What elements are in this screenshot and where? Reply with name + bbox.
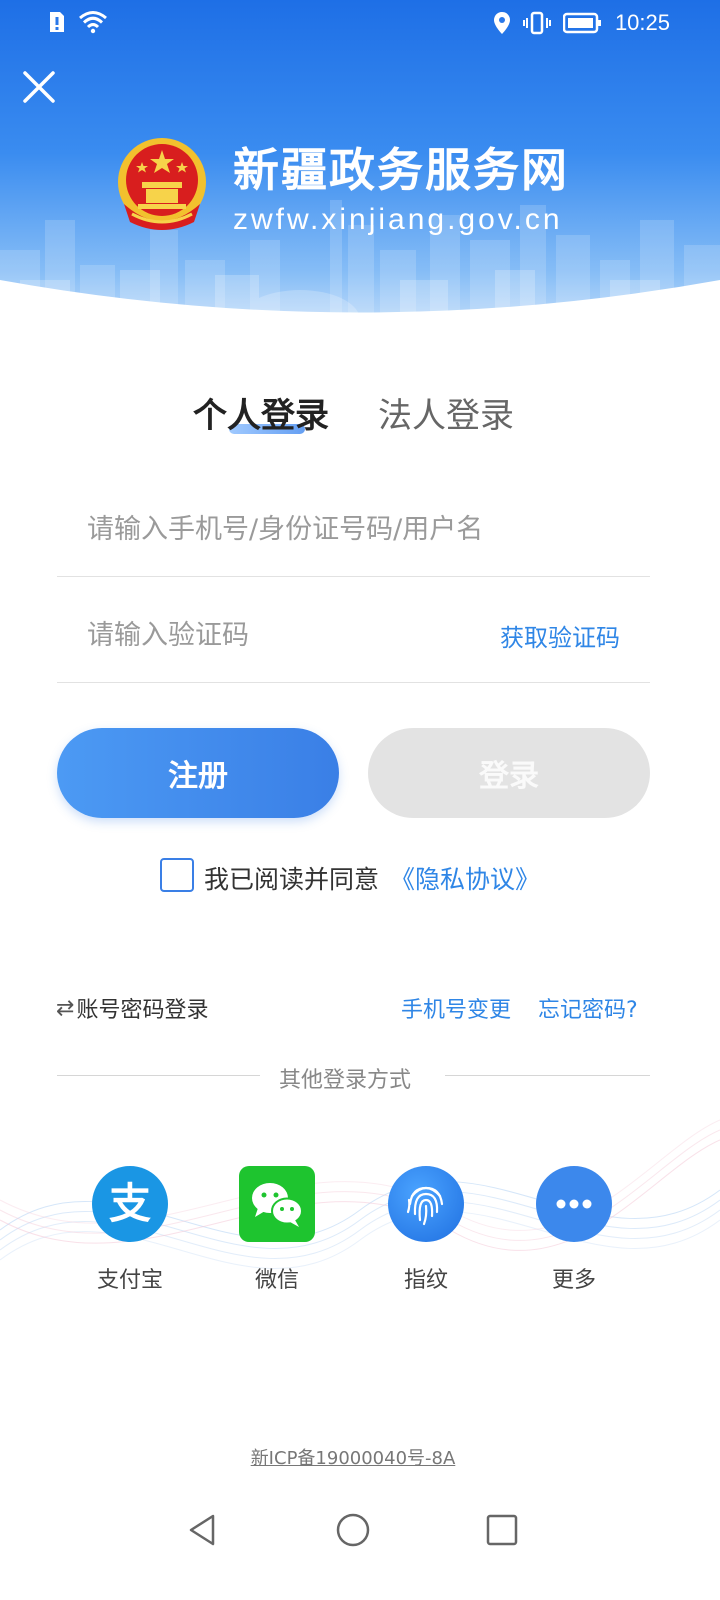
site-url: zwfw.xinjiang.gov.cn [233, 203, 563, 236]
sim-alert-icon [50, 12, 64, 32]
verification-code-input[interactable] [85, 586, 469, 684]
header-curve [0, 280, 720, 340]
account-field [57, 480, 650, 578]
more-label: 更多 [551, 1268, 596, 1293]
verification-code-field: 获取验证码 [57, 586, 650, 684]
forgot-password-link[interactable]: 忘记密码? [538, 992, 638, 1024]
clock-time: 10:25 [614, 10, 670, 35]
tab-personal-login[interactable]: 个人登录 [193, 388, 329, 437]
alipay-label: 支付宝 [96, 1268, 163, 1293]
status-right: 10:25 [493, 10, 670, 36]
register-button[interactable]: 注册 [57, 728, 339, 818]
account-password-login-label: 账号密码登录 [76, 998, 209, 1023]
tab-legal-person-login[interactable]: 法人登录 [378, 388, 514, 437]
more-login-option[interactable]: 更多 [519, 1166, 629, 1294]
alipay-icon: 支 [92, 1166, 168, 1242]
status-bar: 10:25 [0, 0, 720, 48]
system-navigation-bar [0, 1490, 720, 1570]
battery-icon [562, 12, 601, 34]
login-button[interactable]: 登录 [368, 728, 650, 818]
wechat-label: 微信 [254, 1268, 299, 1293]
agreement-text: 我已阅读并同意 [204, 865, 380, 894]
privacy-agree-checkbox[interactable] [160, 858, 194, 892]
location-icon [493, 12, 510, 34]
wechat-login-option[interactable]: 微信 [222, 1166, 332, 1294]
alipay-login-option[interactable]: 支 支付宝 [75, 1166, 185, 1294]
divider-right [445, 1075, 650, 1076]
account-input[interactable] [85, 480, 629, 578]
site-title: 新疆政务服务网 [233, 143, 569, 197]
status-left [48, 10, 108, 34]
svg-text:支: 支 [109, 1179, 151, 1228]
fingerprint-icon [388, 1166, 464, 1242]
divider-left [57, 1075, 260, 1076]
home-circle-icon[interactable] [333, 1510, 373, 1550]
recents-square-icon[interactable] [482, 1510, 522, 1550]
fingerprint-label: 指纹 [403, 1268, 448, 1293]
vibrate-icon [522, 11, 551, 35]
wifi-icon [79, 11, 107, 34]
privacy-policy-link[interactable]: 《隐私协议》 [390, 860, 540, 896]
national-emblem-icon [118, 138, 206, 230]
get-code-button[interactable]: 获取验证码 [500, 618, 620, 653]
phone-change-link[interactable]: 手机号变更 [401, 992, 511, 1024]
account-password-login-link[interactable]: ⇄ 账号密码登录 [56, 992, 208, 1024]
other-login-title: 其他登录方式 [279, 1068, 412, 1093]
icp-license-link[interactable]: 新ICP备19000040号-8A [0, 1444, 706, 1470]
fingerprint-login-option[interactable]: 指纹 [371, 1166, 481, 1294]
close-icon[interactable] [18, 66, 60, 108]
switch-icon: ⇄ [56, 995, 75, 1021]
wechat-icon [239, 1166, 315, 1242]
back-triangle-icon[interactable] [183, 1510, 223, 1550]
header-banner: 10:25 新疆政务服务网 zwfw.xinjiang.gov.cn [0, 0, 720, 340]
more-icon [536, 1166, 612, 1242]
